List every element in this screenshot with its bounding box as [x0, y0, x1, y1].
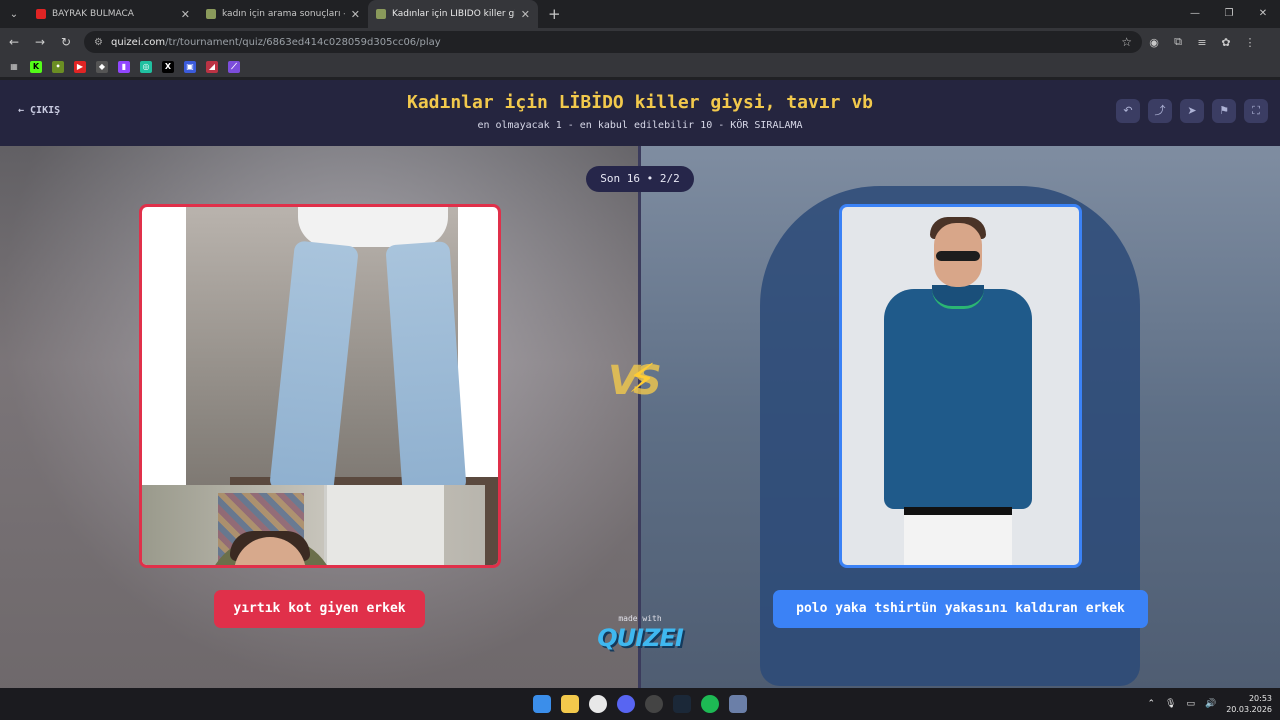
- site-favicon-icon: [206, 9, 216, 19]
- bookmark-icon[interactable]: ◆: [96, 60, 108, 73]
- extensions-puzzle-icon[interactable]: ⧉: [1166, 35, 1190, 49]
- clock-time: 20:53: [1248, 694, 1272, 703]
- quiz-subtitle: en olmayacak 1 - en kabul edilebilir 10 …: [477, 120, 803, 131]
- profile-icon[interactable]: ✿: [1214, 36, 1238, 49]
- choice-card-left[interactable]: [139, 204, 501, 568]
- reload-icon[interactable]: ↻: [54, 35, 78, 49]
- undo-icon[interactable]: ↶: [1116, 99, 1140, 123]
- obs-icon[interactable]: [645, 695, 663, 713]
- steam-icon[interactable]: [673, 695, 691, 713]
- twitch-bookmark-icon[interactable]: ▮: [118, 60, 130, 73]
- tab-search-icon[interactable]: ⌄: [0, 9, 28, 20]
- chrome-icon[interactable]: [589, 695, 607, 713]
- clock-date: 20.03.2026: [1226, 705, 1272, 714]
- youtube-favicon-icon: [36, 9, 46, 19]
- bookmark-icon[interactable]: ◎: [140, 60, 152, 73]
- tab-1[interactable]: BAYRAK BULMACA ✕: [28, 0, 198, 28]
- back-arrow-icon[interactable]: ←: [2, 35, 26, 49]
- restore-icon[interactable]: ❐: [1212, 0, 1246, 28]
- bookmark-icon[interactable]: •: [52, 60, 64, 73]
- close-tab-icon[interactable]: ✕: [521, 8, 530, 21]
- close-window-icon[interactable]: ✕: [1246, 0, 1280, 28]
- quizei-logo[interactable]: QUIZEI: [596, 624, 684, 652]
- close-tab-icon[interactable]: ✕: [181, 8, 190, 21]
- tab-3-active[interactable]: Kadınlar için LİBİDO killer giysi, ✕: [368, 0, 538, 28]
- webcam-overlay: [142, 485, 485, 565]
- quiz-header: ← ÇIKIŞ Kadınlar için LİBİDO killer giys…: [0, 80, 1280, 146]
- bookmark-star-icon[interactable]: ☆: [1121, 35, 1132, 49]
- discord-icon[interactable]: [617, 695, 635, 713]
- bookmark-icon[interactable]: ▣: [184, 60, 196, 73]
- tab-2[interactable]: kadın için arama sonuçları - Qu ✕: [198, 0, 368, 28]
- send-icon[interactable]: ➤: [1180, 99, 1204, 123]
- app-icon[interactable]: [729, 695, 747, 713]
- url-domain: quizei.com: [110, 36, 166, 48]
- bookmark-icon[interactable]: ⟋: [228, 60, 240, 73]
- browser-toolbar: ← → ↻ ⚙ quizei.com /tr/tournament/quiz/6…: [0, 28, 1280, 56]
- browser-menu-icon[interactable]: ⋮: [1238, 36, 1262, 49]
- choice-label-right[interactable]: polo yaka tshirtün yakasını kaldıran erk…: [773, 590, 1148, 628]
- flag-icon[interactable]: ⚑: [1212, 99, 1236, 123]
- volume-icon[interactable]: 🔊: [1205, 699, 1216, 709]
- chevron-up-icon[interactable]: ⌃: [1147, 699, 1155, 709]
- site-favicon-icon: [376, 9, 386, 19]
- browser-tab-bar: ⌄ BAYRAK BULMACA ✕ kadın için arama sonu…: [0, 0, 1280, 28]
- x-bookmark-icon[interactable]: X: [162, 60, 174, 73]
- new-tab-button[interactable]: +: [538, 5, 571, 23]
- site-info-icon[interactable]: ⚙: [94, 37, 103, 48]
- network-icon[interactable]: ▭: [1186, 699, 1195, 709]
- choice-label-left[interactable]: yırtık kot giyen erkek: [214, 590, 425, 628]
- media-control-icon[interactable]: ≡: [1190, 36, 1214, 49]
- close-tab-icon[interactable]: ✕: [351, 8, 360, 21]
- url-path: /tr/tournament/quiz/6863ed414c028059d305…: [165, 36, 441, 48]
- center-divider: [638, 146, 641, 688]
- window-controls: — ❐ ✕: [1178, 0, 1280, 28]
- kick-bookmark-icon[interactable]: K: [30, 60, 42, 73]
- tab-title: BAYRAK BULMACA: [52, 9, 134, 19]
- windows-start-icon[interactable]: [533, 695, 551, 713]
- round-indicator: Son 16 • 2/2: [586, 166, 694, 192]
- apps-grid-icon[interactable]: ▦: [8, 61, 20, 73]
- fullscreen-icon[interactable]: ⛶: [1244, 99, 1268, 123]
- minimize-icon[interactable]: —: [1178, 0, 1212, 28]
- extension-icon[interactable]: ◉: [1142, 36, 1166, 49]
- lightning-bolt-icon: ⚡: [628, 356, 657, 402]
- file-explorer-icon[interactable]: [561, 695, 579, 713]
- windows-taskbar: [0, 688, 1280, 720]
- tab-title: kadın için arama sonuçları - Qu: [222, 9, 345, 19]
- made-with-text: made with: [618, 614, 662, 623]
- clock[interactable]: 20:53 20.03.2026: [1226, 693, 1272, 715]
- youtube-bookmark-icon[interactable]: ▶: [74, 60, 86, 73]
- header-actions: ↶ ⤴ ➤ ⚑ ⛶: [1116, 99, 1268, 123]
- quiz-page: ← ÇIKIŞ Kadınlar için LİBİDO killer giys…: [0, 80, 1280, 688]
- choice-card-right[interactable]: [839, 204, 1082, 568]
- tab-title: Kadınlar için LİBİDO killer giysi,: [392, 9, 515, 19]
- share-icon[interactable]: ⤴: [1148, 99, 1172, 123]
- polo-shirt-image: [842, 207, 1079, 565]
- forward-arrow-icon[interactable]: →: [28, 35, 52, 49]
- spotify-icon[interactable]: [701, 695, 719, 713]
- microphone-icon[interactable]: 🎙: [1165, 699, 1176, 709]
- bookmark-icon[interactable]: ◢: [206, 60, 218, 73]
- system-tray: ⌃ 🎙 ▭ 🔊 20:53 20.03.2026: [1147, 688, 1272, 720]
- address-bar[interactable]: ⚙ quizei.com /tr/tournament/quiz/6863ed4…: [84, 31, 1142, 53]
- quiz-title: Kadınlar için LİBİDO killer giysi, tavır…: [407, 92, 873, 113]
- bookmarks-bar: ▦ K • ▶ ◆ ▮ ◎ X ▣ ◢ ⟋: [0, 56, 1280, 78]
